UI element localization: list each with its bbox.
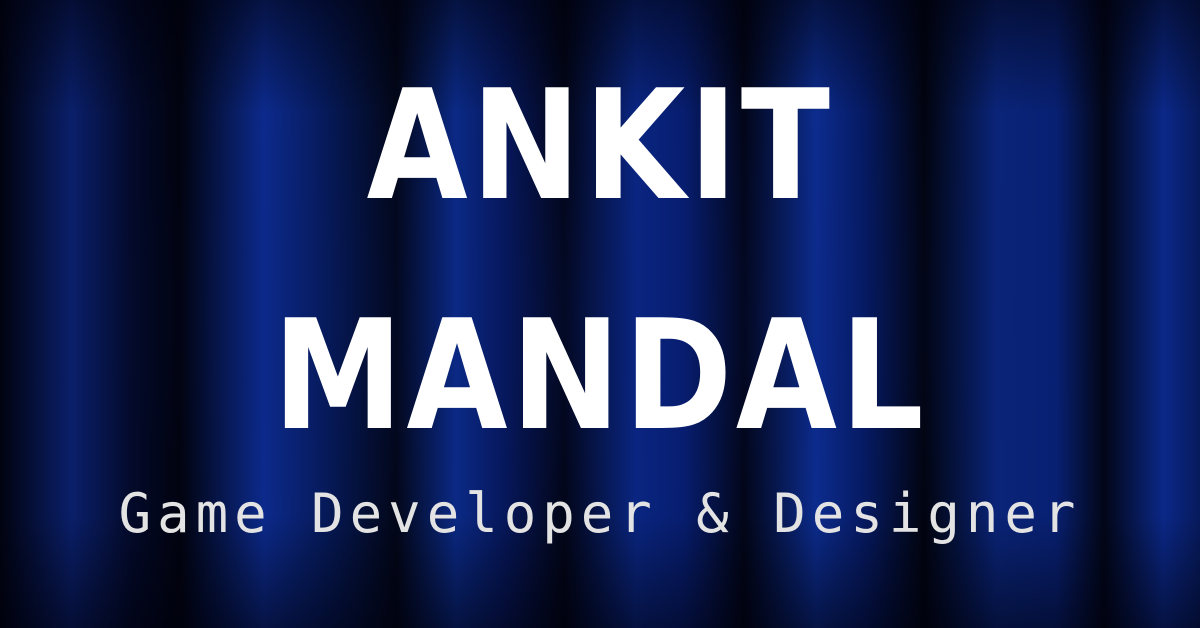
title-last-name: MANDAL xyxy=(272,287,928,464)
banner: ANKIT MANDAL Game Developer & Designer xyxy=(0,0,1200,628)
title-first-name: ANKIT xyxy=(366,57,834,234)
subtitle: Game Developer & Designer xyxy=(118,482,1082,545)
